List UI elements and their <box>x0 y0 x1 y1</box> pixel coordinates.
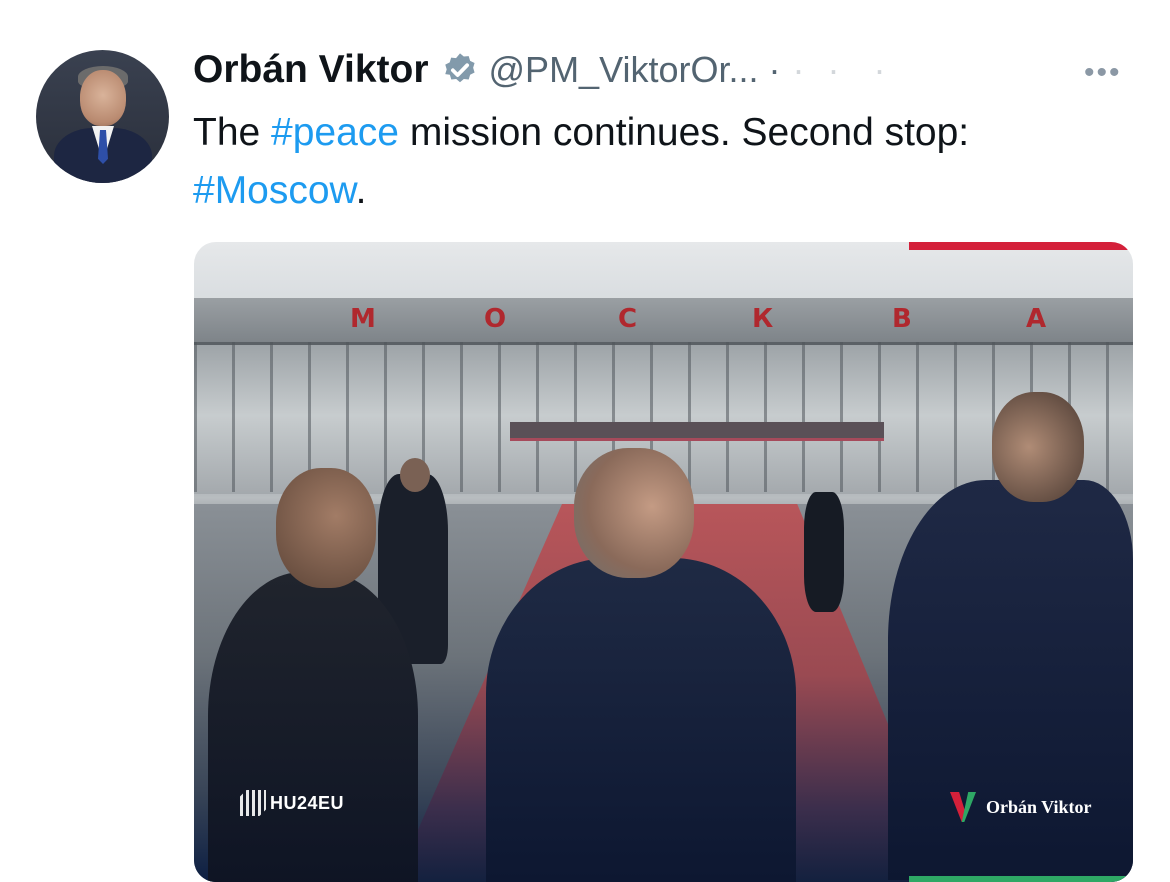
sign-letter: В <box>892 304 912 334</box>
tweet-text: The #peace mission continues. Second sto… <box>193 104 1133 220</box>
hashtag-moscow[interactable]: #Moscow <box>193 169 356 212</box>
author-name[interactable]: Orbán Viktor <box>193 48 429 92</box>
person-center-head <box>574 448 694 578</box>
tweet-photo[interactable]: М О С К В А HU24EU Orbán Viktor <box>194 242 1133 882</box>
sign-letter: А <box>1026 304 1047 334</box>
verified-badge-icon <box>441 51 479 89</box>
sign-letter: М <box>350 304 376 334</box>
sign-letter: С <box>618 304 638 334</box>
sign-letter: К <box>752 304 774 334</box>
faded-timestamp: · · · <box>792 49 887 90</box>
hu24eu-mark-icon <box>240 790 266 816</box>
orban-viktor-logo-text: Orbán Viktor <box>986 796 1092 817</box>
avatar[interactable] <box>36 50 169 183</box>
time-separator: · <box>768 49 781 90</box>
terminal-canopy <box>510 422 884 441</box>
hu24eu-logo-text: HU24EU <box>270 792 345 813</box>
tweet-text-part: mission continues. Second stop: <box>399 111 970 154</box>
orban-viktor-logo: Orbán Viktor <box>950 792 1092 822</box>
person-left <box>208 572 418 882</box>
photographer <box>804 492 844 612</box>
accent-stripe-red <box>909 242 1133 250</box>
person-center <box>486 558 796 882</box>
person-background-head <box>400 458 430 492</box>
tweet-text-part: The <box>193 111 272 154</box>
tweet-header: Orbán Viktor @PM_ViktorOr... · · · · <box>193 44 886 96</box>
person-left-head <box>276 468 376 588</box>
tweet-text-part: . <box>355 169 367 212</box>
hu24eu-logo: HU24EU <box>240 790 344 816</box>
sign-letter: О <box>484 304 507 334</box>
hashtag-peace[interactable]: #peace <box>271 111 399 154</box>
person-right-head <box>992 392 1084 502</box>
v-mark-icon <box>950 792 976 822</box>
accent-stripe-green <box>909 876 1133 882</box>
avatar-face <box>80 70 126 126</box>
terminal-sign <box>194 298 1133 345</box>
author-handle[interactable]: @PM_ViktorOr... <box>489 49 759 91</box>
more-options-icon[interactable]: ••• <box>1084 56 1122 90</box>
